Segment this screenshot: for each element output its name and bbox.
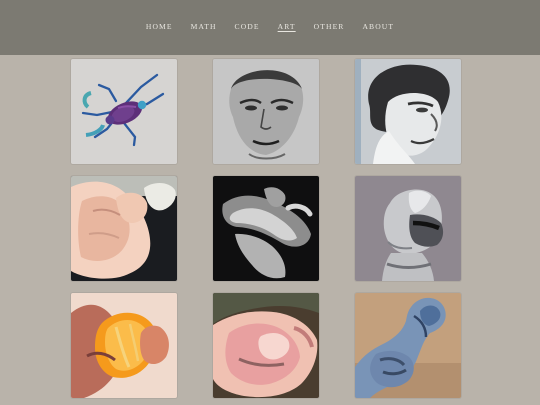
gallery-tile-armor-helmet[interactable]	[355, 176, 461, 281]
armor-helmet-artwork	[355, 176, 461, 281]
gallery-tile-face-closeup[interactable]	[213, 293, 319, 398]
gallery-tile-hands-painting[interactable]	[71, 176, 177, 281]
gallery-tile-profile-portrait[interactable]	[355, 59, 461, 164]
face-closeup-artwork	[213, 293, 319, 398]
nav-code-link[interactable]: CODE	[235, 21, 260, 33]
nav-about-link[interactable]: ABOUT	[362, 21, 394, 33]
hands-bw-artwork	[213, 176, 319, 281]
beetle-artwork	[71, 59, 177, 164]
main-nav: HOME MATH CODE ART OTHER ABOUT	[137, 21, 403, 33]
top-navigation-bar: HOME MATH CODE ART OTHER ABOUT	[0, 0, 540, 55]
gallery-tile-blue-figure[interactable]	[355, 293, 461, 398]
nav-art-link[interactable]: ART	[278, 21, 296, 33]
gallery-tile-hands-bw[interactable]	[213, 176, 319, 281]
hands-painting-artwork	[71, 176, 177, 281]
blue-figure-artwork	[355, 293, 461, 398]
gallery-tile-orange-hand[interactable]	[71, 293, 177, 398]
gallery-tile-beetle[interactable]	[71, 59, 177, 164]
gallery-tile-sketch-portrait[interactable]	[213, 59, 319, 164]
nav-home-link[interactable]: HOME	[146, 21, 173, 33]
nav-other-link[interactable]: OTHER	[314, 21, 345, 33]
nav-math-link[interactable]: MATH	[191, 21, 217, 33]
profile-portrait-artwork	[355, 59, 461, 164]
sketch-portrait-artwork	[213, 59, 319, 164]
art-gallery-grid	[71, 59, 461, 399]
orange-hand-artwork	[71, 293, 177, 398]
